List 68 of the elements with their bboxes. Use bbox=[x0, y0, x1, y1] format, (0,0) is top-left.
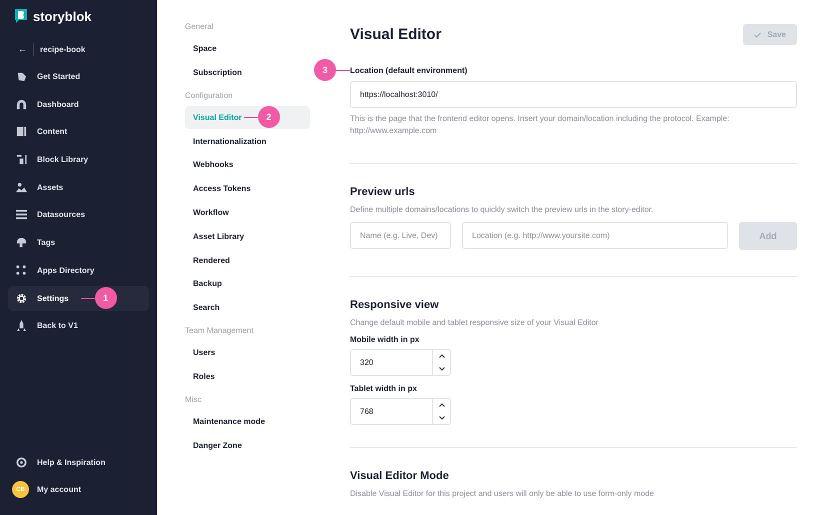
chevron-up-icon[interactable] bbox=[438, 403, 444, 408]
sidebar-item[interactable]: Dashboard bbox=[8, 92, 149, 117]
logo-icon bbox=[14, 8, 28, 24]
settings-nav-item[interactable]: Roles bbox=[185, 364, 310, 388]
lifebuoy-icon bbox=[16, 456, 27, 468]
sidebar-item[interactable]: Datasources bbox=[8, 202, 149, 228]
settings-nav-item[interactable]: Danger Zone bbox=[185, 434, 310, 457]
section-heading: Team Management bbox=[185, 326, 254, 338]
chevron-down-icon[interactable] bbox=[438, 416, 444, 420]
image-icon bbox=[16, 182, 27, 193]
step-badge: 1 bbox=[94, 287, 117, 309]
section-description: Disable Visual Editor for this project and users will only be able to use form-only mode bbox=[350, 489, 655, 498]
sidebar-item[interactable]: Block Library bbox=[8, 147, 149, 172]
sidebar-item[interactable]: Back to V1 bbox=[8, 313, 149, 338]
section-description: Define multiple domains/locations to quickly switch the preview urls in the story-editor. bbox=[350, 205, 654, 214]
field-label: Location (default environment) bbox=[350, 66, 468, 74]
section-title: Visual Editor Mode bbox=[350, 470, 450, 482]
settings-nav-item[interactable]: Webhooks bbox=[185, 153, 310, 176]
step-badge: 2 bbox=[258, 106, 280, 128]
back-link[interactable]: ← recipe-book bbox=[8, 39, 149, 59]
settings-nav-item[interactable]: Users bbox=[185, 341, 310, 364]
leader-line bbox=[244, 116, 258, 118]
chevron-down-icon[interactable] bbox=[438, 366, 444, 371]
number-input[interactable]: 320 bbox=[350, 349, 451, 376]
settings-nav-item[interactable]: Backup bbox=[185, 272, 310, 296]
shape-icon bbox=[16, 126, 27, 138]
settings-nav-item[interactable]: Search bbox=[185, 296, 310, 320]
section-description: Change default mobile and tablet responsive size of your Visual Editor bbox=[350, 318, 600, 327]
number-input[interactable]: 768 bbox=[350, 398, 451, 425]
grid-dots-icon bbox=[16, 264, 27, 276]
arch-icon bbox=[16, 98, 27, 110]
help-text: This is the page that the frontend editor opens. Insert your domain/location including the protocol. Example: http://www.example.com bbox=[350, 113, 730, 137]
step-badge: 3 bbox=[314, 59, 336, 81]
check-icon bbox=[754, 32, 762, 38]
chevron-up-icon[interactable] bbox=[438, 354, 444, 358]
rocket-icon bbox=[16, 320, 27, 332]
sidebar-item[interactable]: Settings 1 bbox=[8, 286, 149, 310]
sidebar-item[interactable]: Apps Directory bbox=[8, 258, 149, 283]
settings-nav-item[interactable]: Space bbox=[185, 37, 310, 60]
settings-nav-item[interactable]: Rendered bbox=[185, 248, 310, 272]
field-label: Mobile width in px bbox=[350, 335, 420, 344]
shape-icon bbox=[16, 154, 27, 166]
name-input[interactable]: Name (e.g. Live, Dev) bbox=[350, 222, 451, 249]
settings-icon bbox=[16, 292, 27, 304]
settings-nav-item[interactable]: Subscription bbox=[185, 60, 310, 84]
sidebar-item[interactable]: Assets bbox=[8, 174, 149, 200]
section-heading: Misc bbox=[185, 394, 202, 406]
sidebar-item[interactable]: Tags bbox=[8, 230, 149, 256]
sidebar-item[interactable]: Content bbox=[8, 119, 149, 144]
page-title: Visual Editor bbox=[350, 26, 442, 43]
section-heading: General bbox=[185, 22, 214, 33]
help-link[interactable]: Help & Inspiration bbox=[8, 450, 149, 475]
settings-nav-item[interactable]: Workflow bbox=[185, 200, 310, 224]
section-heading: Configuration bbox=[185, 90, 234, 102]
section-title: Responsive view bbox=[350, 299, 440, 311]
logo-text: storyblok bbox=[33, 8, 92, 24]
settings-nav-item[interactable]: Asset Library bbox=[185, 224, 310, 248]
field-label: Tablet width in px bbox=[350, 384, 418, 393]
settings-nav-item[interactable]: Maintenance mode bbox=[185, 410, 310, 433]
list-icon bbox=[16, 209, 27, 220]
location-input[interactable]: https://localhost:3010/ bbox=[350, 81, 797, 108]
shape-icon bbox=[16, 71, 27, 82]
settings-nav-item[interactable]: Access Tokens bbox=[185, 177, 310, 200]
settings-nav-item[interactable]: Internationalization bbox=[185, 130, 310, 153]
tag-icon bbox=[16, 237, 27, 248]
location-url-input[interactable]: Location (e.g. http://www.yoursite.com) bbox=[462, 222, 728, 249]
section-title: Preview urls bbox=[350, 186, 416, 198]
sidebar-item[interactable]: Get Started bbox=[8, 64, 149, 89]
